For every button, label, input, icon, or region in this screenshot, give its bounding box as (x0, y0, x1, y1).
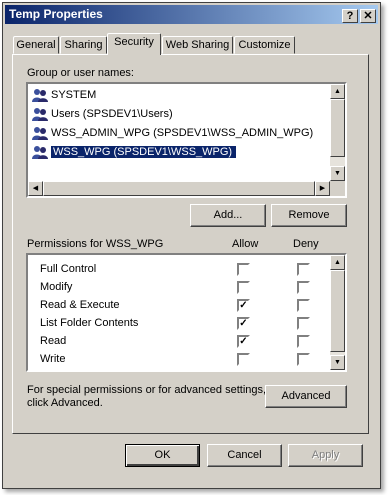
scroll-right-arrow-icon[interactable]: ▶ (315, 181, 330, 196)
allow-checkbox[interactable] (237, 281, 250, 294)
allow-column-header: Allow (232, 238, 259, 250)
deny-checkbox[interactable] (297, 263, 310, 276)
tab-customize[interactable]: Customize (234, 36, 295, 54)
permission-label: Read & Execute (40, 299, 120, 311)
cancel-button[interactable]: Cancel (207, 444, 282, 467)
tab-sharing[interactable]: Sharing (60, 36, 107, 54)
deny-checkbox[interactable] (297, 281, 310, 294)
allow-checkbox-checked[interactable]: ✓ (237, 335, 250, 348)
deny-checkbox[interactable] (297, 335, 310, 348)
user-group-icon (32, 108, 48, 122)
tab-security[interactable]: Security (107, 33, 161, 55)
deny-checkbox[interactable] (297, 353, 310, 366)
permission-label: Write (40, 353, 66, 365)
permission-label: List Folder Contents (40, 317, 139, 329)
scroll-up-arrow-icon[interactable]: ▲ (330, 84, 345, 99)
deny-checkbox[interactable] (297, 317, 310, 330)
help-button[interactable]: ? (342, 9, 358, 23)
advanced-help-line1: For special permissions or for advanced … (27, 384, 267, 396)
user-listbox[interactable]: SYSTEM Users (SPSDEV1\Users) WSS_ADMIN_W… (26, 82, 347, 198)
permission-label: Read (40, 335, 67, 347)
user-group-icon (32, 89, 48, 103)
user-list-item[interactable]: Users (SPSDEV1\Users) (32, 106, 173, 122)
remove-button[interactable]: Remove (271, 204, 347, 227)
scroll-thumb[interactable] (330, 99, 345, 157)
user-list-vscrollbar[interactable]: ▲ ▼ (330, 84, 345, 181)
scroll-thumb[interactable] (330, 270, 345, 352)
allow-checkbox-checked[interactable]: ✓ (237, 317, 250, 330)
apply-button[interactable]: Apply (288, 444, 363, 467)
deny-column-header: Deny (293, 238, 319, 250)
tab-web-sharing[interactable]: Web Sharing (162, 36, 233, 54)
advanced-help-text: For special permissions or for advanced … (27, 384, 266, 410)
properties-dialog: Temp Properties ? ✕ General Sharing Secu… (2, 2, 381, 489)
allow-checkbox[interactable] (237, 263, 250, 276)
deny-checkbox[interactable] (297, 299, 310, 312)
close-button[interactable]: ✕ (360, 9, 376, 23)
permission-label: Special Permissions (40, 369, 139, 370)
security-tab-panel: Group or user names: SYSTEM Users (SPSDE… (12, 54, 369, 434)
user-list-item[interactable]: WSS_ADMIN_WPG (SPSDEV1\WSS_ADMIN_WPG) (32, 125, 313, 141)
title-bar[interactable]: Temp Properties ? ✕ (5, 5, 378, 24)
ok-button[interactable]: OK (125, 444, 200, 467)
add-button[interactable]: Add... (190, 204, 266, 227)
scroll-up-arrow-icon[interactable]: ▲ (330, 255, 345, 270)
advanced-button[interactable]: Advanced (265, 385, 347, 408)
allow-checkbox-checked[interactable]: ✓ (237, 299, 250, 312)
window-title: Temp Properties (9, 7, 103, 21)
scroll-left-arrow-icon[interactable]: ◀ (28, 181, 43, 196)
permission-label: Modify (40, 281, 73, 293)
permissions-vscrollbar[interactable]: ▲ ▼ (330, 255, 345, 370)
permissions-list[interactable]: Full Control Modify Read & Execute List … (26, 253, 347, 372)
group-or-user-names-label: Group or user names: (27, 67, 134, 79)
user-group-icon (32, 146, 48, 160)
scroll-down-arrow-icon[interactable]: ▼ (330, 355, 345, 370)
allow-checkbox[interactable] (237, 353, 250, 366)
user-list-item[interactable]: SYSTEM (32, 87, 96, 103)
user-list-item-selected[interactable]: WSS_WPG (SPSDEV1\WSS_WPG) (32, 144, 237, 160)
scroll-down-arrow-icon[interactable]: ▼ (330, 166, 345, 181)
user-list-hscrollbar[interactable]: ◀ ▶ (28, 181, 330, 196)
advanced-help-line2: click Advanced. (27, 397, 103, 409)
hscroll-thumb[interactable] (43, 181, 315, 196)
permission-label: Full Control (40, 263, 97, 275)
tab-general[interactable]: General (13, 36, 59, 54)
scroll-corner (330, 181, 345, 196)
user-group-icon (32, 127, 48, 141)
permissions-header: Permissions for WSS_WPG (27, 238, 164, 250)
